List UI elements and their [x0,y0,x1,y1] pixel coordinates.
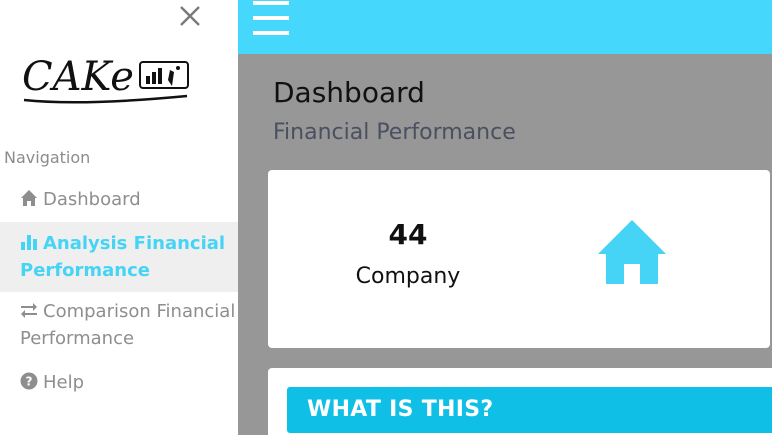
sidebar-item-label: Dashboard [43,189,141,210]
home-icon [21,190,37,206]
svg-text:?: ? [26,375,33,389]
home-icon [598,220,666,284]
top-bar [238,0,772,54]
exchange-icon [21,303,37,318]
close-icon[interactable] [177,3,203,29]
logo-text: CAKe [22,54,134,100]
sidebar-item-comparison[interactable]: Comparison Financial Performance [0,298,238,352]
what-is-this-banner[interactable]: WHAT IS THIS? [287,387,772,433]
sidebar-item-label: Analysis Financial Performance [20,233,226,281]
sidebar-item-label: Comparison Financial Performance [20,301,236,349]
company-stat-card: 44 Company [268,170,770,348]
bar-chart-icon [21,235,37,250]
nav-heading: Navigation [4,148,91,167]
sidebar-item-dashboard[interactable]: Dashboard [0,186,238,213]
question-circle-icon: ? [20,372,38,390]
stat-label: Company [355,264,461,289]
logo: CAKe [22,46,192,108]
sidebar-item-help[interactable]: ? Help [0,369,238,396]
banner-label: WHAT IS THIS? [307,397,494,422]
page-title: Dashboard [273,76,425,109]
info-card: WHAT IS THIS? [268,368,772,435]
hamburger-icon[interactable] [253,0,289,35]
sidebar: CAKe Navigation Dashboard Analysis Finan… [0,0,238,435]
sidebar-item-label: Help [43,372,85,393]
stat-value: 44 [388,218,428,251]
page-subtitle: Financial Performance [273,120,516,145]
sidebar-item-analysis[interactable]: Analysis Financial Performance [0,222,238,292]
